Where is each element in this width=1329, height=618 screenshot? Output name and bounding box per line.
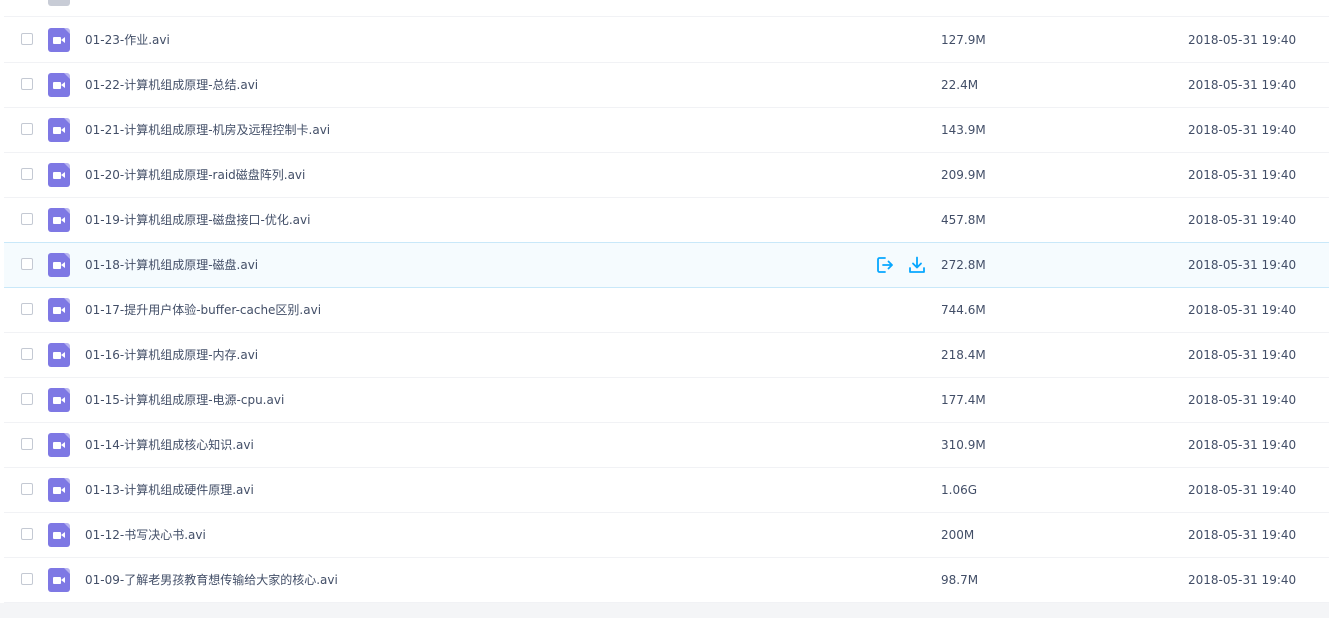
file-size: 272.8M — [941, 258, 986, 272]
file-modified-date: 2018-05-31 19:40 — [1188, 78, 1297, 92]
file-size: 127.9M — [941, 33, 986, 47]
row-checkbox[interactable] — [21, 438, 33, 450]
video-file-icon — [48, 28, 70, 52]
file-modified-date: 2018-05-31 19:40 — [1188, 573, 1297, 587]
file-size: 209.9M — [941, 168, 986, 182]
file-name[interactable]: 01-15-计算机组成原理-电源-cpu.avi — [85, 378, 284, 422]
table-row[interactable]: 01-20-计算机组成原理-raid磁盘阵列.avi 209.9M 2018-0… — [4, 153, 1329, 198]
file-name[interactable]: 01-18-计算机组成原理-磁盘.avi — [85, 243, 258, 287]
file-name[interactable]: 01-23-作业.avi — [85, 18, 170, 62]
file-modified-date: 2018-05-31 19:40 — [1188, 123, 1297, 137]
table-row[interactable]: 01-12-书写决心书.avi 200M 2018-05-31 19:40 — [4, 513, 1329, 558]
file-name[interactable]: 01-17-提升用户体验-buffer-cache区别.avi — [85, 288, 321, 332]
video-file-icon — [48, 73, 70, 97]
file-name[interactable]: 01-12-书写决心书.avi — [85, 513, 206, 557]
row-checkbox[interactable] — [21, 393, 33, 405]
table-row[interactable]: 01-09-了解老男孩教育想传输给大家的核心.avi 98.7M 2018-05… — [4, 558, 1329, 603]
file-size: 218.4M — [941, 348, 986, 362]
file-size: 177.4M — [941, 393, 986, 407]
file-modified-date: 2018-05-31 19:40 — [1188, 528, 1297, 542]
row-checkbox[interactable] — [21, 33, 33, 45]
file-size: 143.9M — [941, 123, 986, 137]
video-file-icon — [48, 343, 70, 367]
table-row[interactable]: 01-21-计算机组成原理-机房及远程控制卡.avi 143.9M 2018-0… — [4, 108, 1329, 153]
row-checkbox[interactable] — [21, 573, 33, 585]
file-modified-date: 2018-05-31 19:40 — [1188, 438, 1297, 452]
row-checkbox[interactable] — [21, 168, 33, 180]
row-checkbox[interactable] — [21, 303, 33, 315]
file-modified-date: 2018-05-31 19:40 — [1188, 393, 1297, 407]
file-size: 98.7M — [941, 573, 979, 587]
file-size: 744.6M — [941, 303, 986, 317]
file-size: 200M — [941, 528, 975, 542]
file-modified-date: 2018-05-31 19:40 — [1188, 168, 1297, 182]
table-row[interactable]: 01-15-计算机组成原理-电源-cpu.avi 177.4M 2018-05-… — [4, 378, 1329, 423]
row-checkbox[interactable] — [21, 483, 33, 495]
file-modified-date: 2018-05-31 19:40 — [1188, 258, 1297, 272]
table-row-hovered[interactable]: 01-18-计算机组成原理-磁盘.avi 272.8M 2018-05-31 1… — [4, 242, 1329, 288]
table-row[interactable]: 01-13-计算机组成硬件原理.avi 1.06G 2018-05-31 19:… — [4, 468, 1329, 513]
row-checkbox[interactable] — [21, 258, 33, 270]
table-row[interactable]: 01-16-计算机组成原理-内存.avi 218.4M 2018-05-31 1… — [4, 333, 1329, 378]
download-icon[interactable] — [908, 256, 926, 274]
video-file-icon — [48, 568, 70, 592]
table-row[interactable]: 01-17-提升用户体验-buffer-cache区别.avi 744.6M 2… — [4, 288, 1329, 333]
video-file-icon — [48, 253, 70, 277]
row-checkbox[interactable] — [21, 348, 33, 360]
file-name[interactable]: 01-16-计算机组成原理-内存.avi — [85, 333, 258, 377]
video-file-icon — [48, 298, 70, 322]
row-checkbox[interactable] — [21, 213, 33, 225]
row-checkbox[interactable] — [21, 78, 33, 90]
file-name[interactable]: 01-21-计算机组成原理-机房及远程控制卡.avi — [85, 108, 330, 152]
video-file-icon — [48, 208, 70, 232]
file-size: 22.4M — [941, 78, 979, 92]
file-modified-date: 2018-05-31 19:40 — [1188, 348, 1297, 362]
file-name[interactable]: 01-19-计算机组成原理-磁盘接口-优化.avi — [85, 198, 310, 242]
file-modified-date: 2018-05-31 19:40 — [1188, 483, 1297, 497]
video-file-icon — [48, 118, 70, 142]
file-size: 310.9M — [941, 438, 986, 452]
video-file-icon — [48, 388, 70, 412]
file-size: 1.06G — [941, 483, 978, 497]
file-modified-date: 2018-05-31 19:40 — [1188, 303, 1297, 317]
file-name[interactable]: 01-14-计算机组成核心知识.avi — [85, 423, 254, 467]
table-row[interactable] — [4, 0, 1329, 17]
video-file-icon — [48, 433, 70, 457]
file-name[interactable]: 01-13-计算机组成硬件原理.avi — [85, 468, 254, 512]
file-list: 01-23-作业.avi 127.9M 2018-05-31 19:40 01-… — [0, 0, 1329, 603]
file-modified-date: 2018-05-31 19:40 — [1188, 213, 1297, 227]
list-footer — [0, 603, 1329, 618]
file-name[interactable]: 01-22-计算机组成原理-总结.avi — [85, 63, 258, 107]
file-icon — [48, 0, 70, 6]
video-file-icon — [48, 523, 70, 547]
file-name[interactable]: 01-09-了解老男孩教育想传输给大家的核心.avi — [85, 558, 338, 602]
file-name[interactable]: 01-20-计算机组成原理-raid磁盘阵列.avi — [85, 153, 305, 197]
video-file-icon — [48, 163, 70, 187]
file-modified-date: 2018-05-31 19:40 — [1188, 33, 1297, 47]
row-checkbox[interactable] — [21, 123, 33, 135]
table-row[interactable]: 01-23-作业.avi 127.9M 2018-05-31 19:40 — [4, 18, 1329, 63]
video-file-icon — [48, 478, 70, 502]
table-row[interactable]: 01-14-计算机组成核心知识.avi 310.9M 2018-05-31 19… — [4, 423, 1329, 468]
file-size: 457.8M — [941, 213, 986, 227]
row-checkbox[interactable] — [21, 528, 33, 540]
table-row[interactable]: 01-22-计算机组成原理-总结.avi 22.4M 2018-05-31 19… — [4, 63, 1329, 108]
share-icon[interactable] — [876, 256, 894, 274]
table-row[interactable]: 01-19-计算机组成原理-磁盘接口-优化.avi 457.8M 2018-05… — [4, 198, 1329, 243]
